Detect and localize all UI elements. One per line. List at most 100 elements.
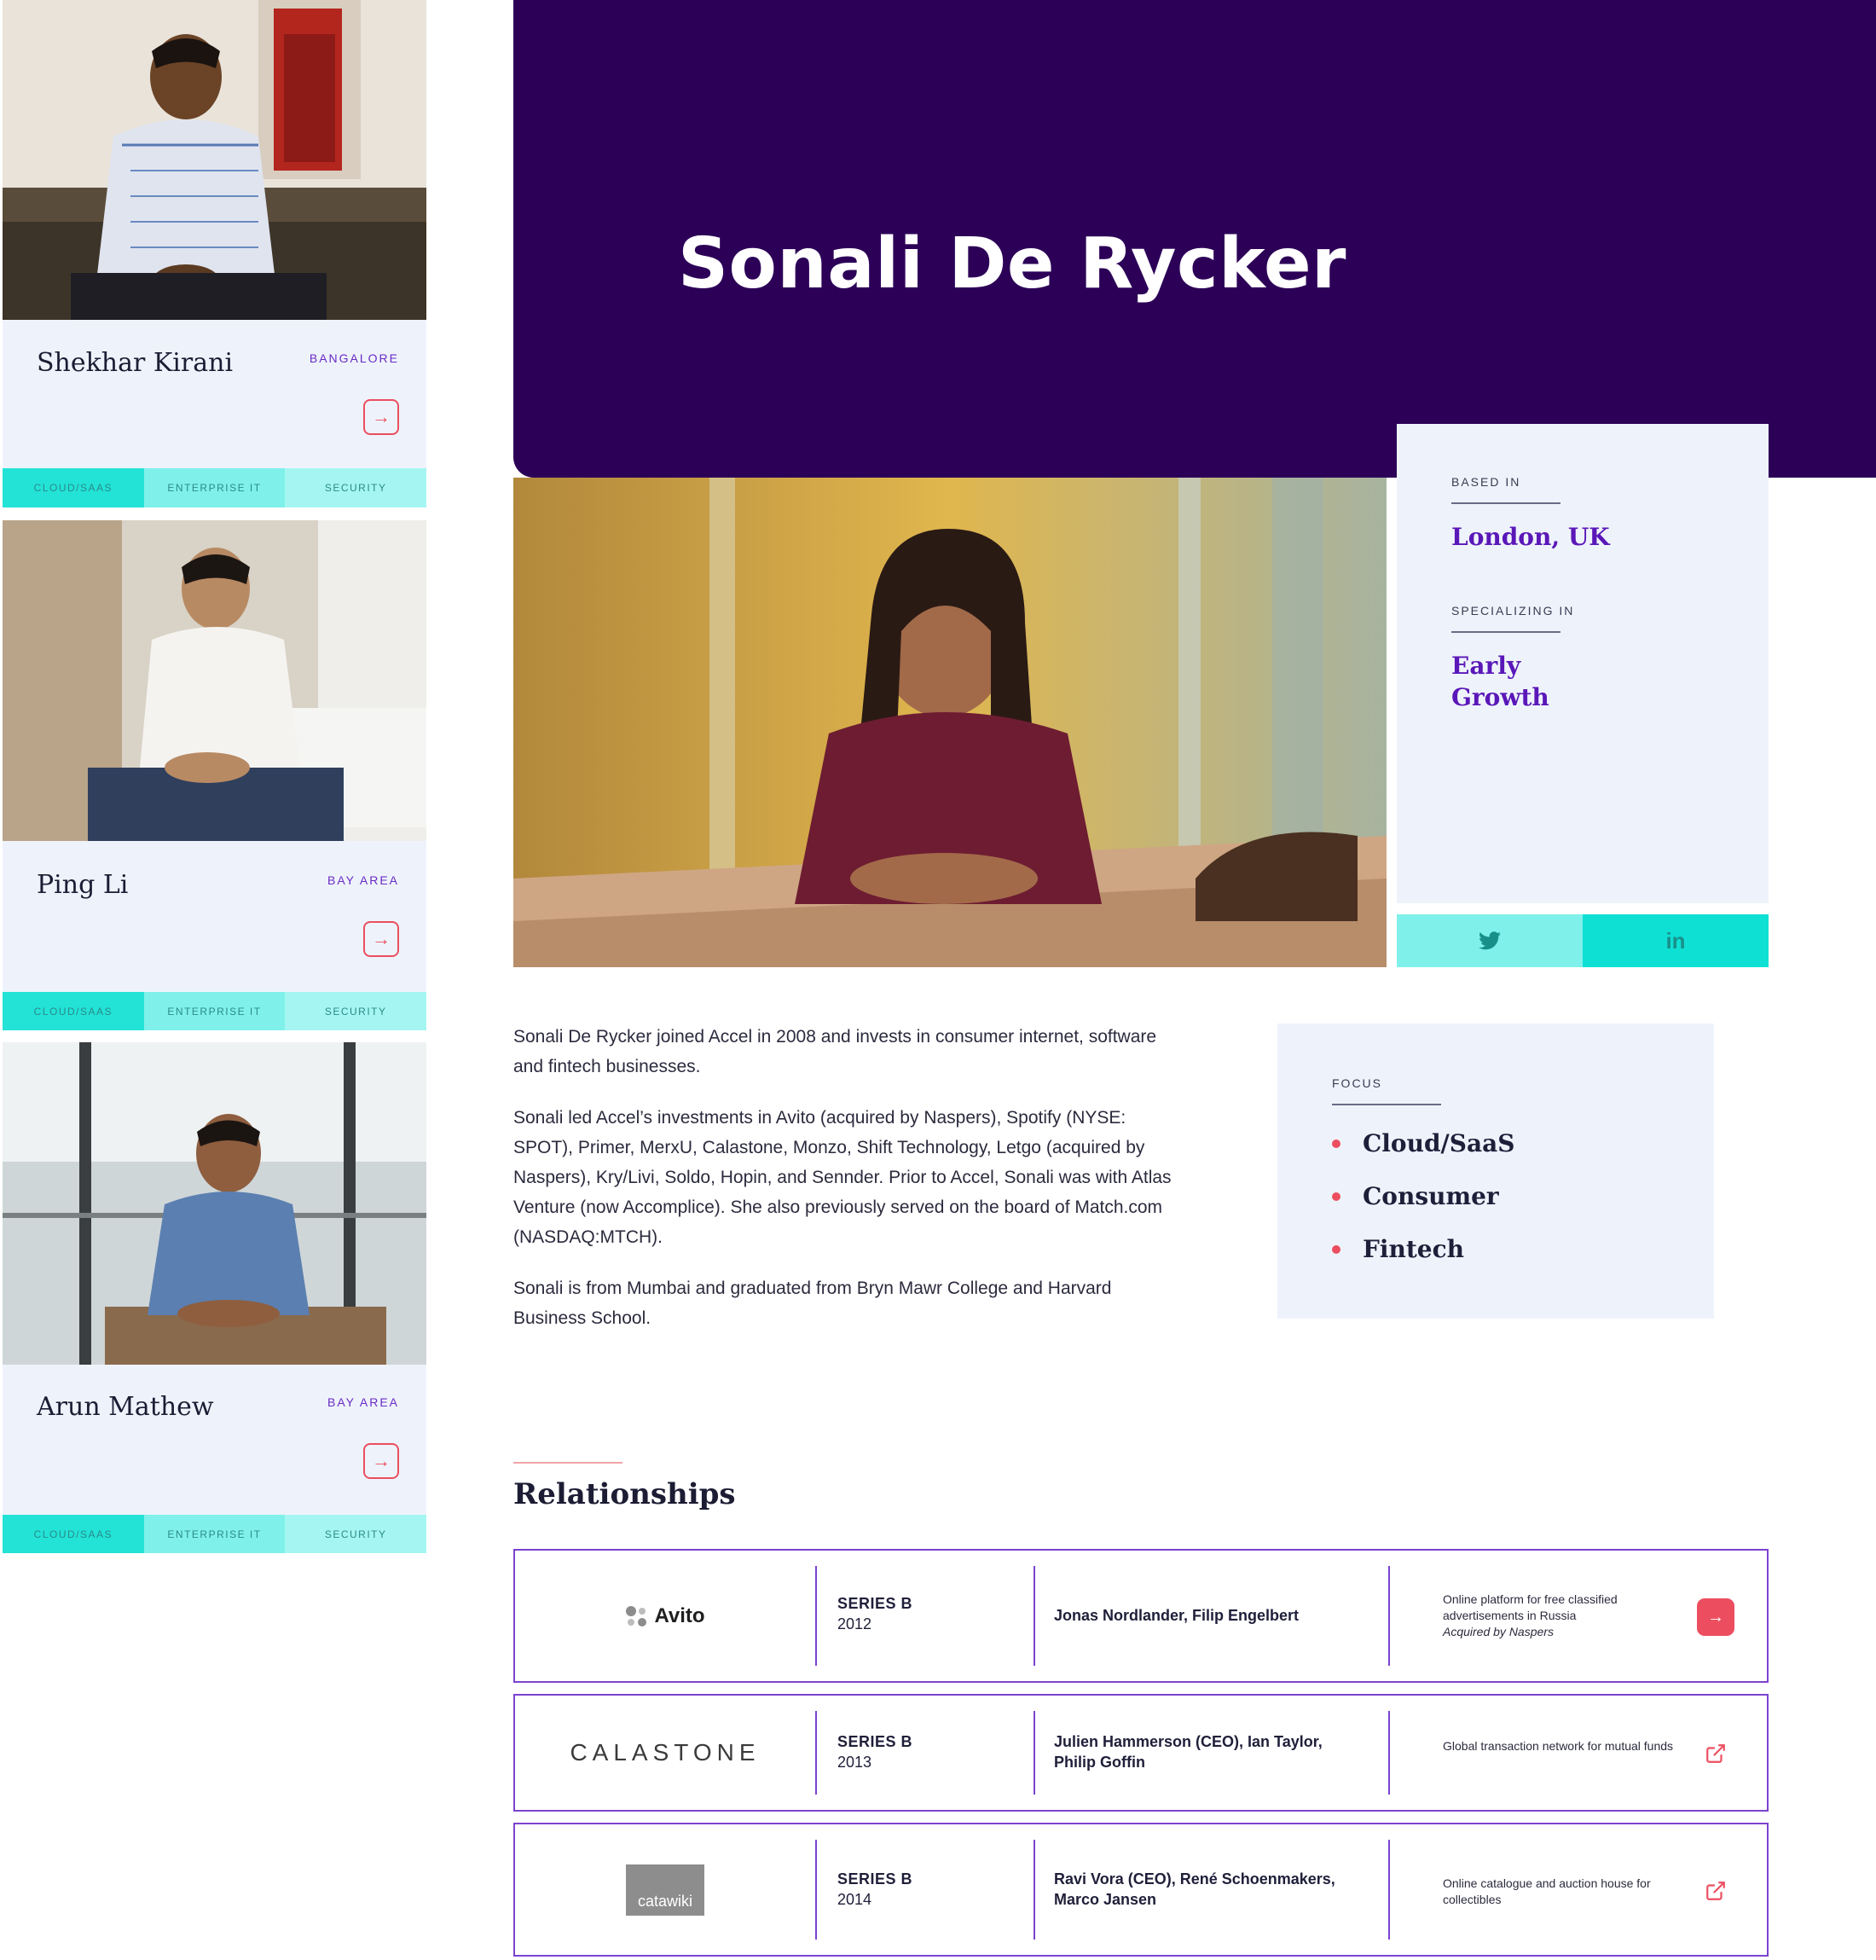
focus-label: FOCUS (1332, 1076, 1382, 1090)
divider (815, 1566, 817, 1666)
divider (1388, 1566, 1390, 1666)
tag-security[interactable]: SECURITY (285, 468, 427, 507)
specializing-value-line2: Growth (1451, 683, 1549, 711)
divider (513, 1462, 622, 1464)
divider (1451, 502, 1560, 504)
team-card-ping[interactable]: Ping Li BAY AREA → CLOUD/SAAS ENTERPRISE… (3, 520, 427, 1030)
tag-bar: CLOUD/SAAS ENTERPRISE IT SECURITY (3, 468, 427, 507)
view-profile-button[interactable]: → (363, 1443, 399, 1479)
profile-hero: Sonali De Rycker (513, 0, 1876, 478)
external-link-icon (1706, 1882, 1725, 1900)
series-info: SERIES B 2014 (837, 1869, 912, 1910)
focus-panel: FOCUS Cloud/SaaS Consumer Fintech (1277, 1023, 1714, 1319)
series-label: SERIES B (837, 1870, 913, 1888)
team-card-shekhar[interactable]: Shekhar Kirani BANGALORE → CLOUD/SAAS EN… (3, 0, 427, 507)
series-year: 2013 (837, 1754, 872, 1771)
company-logo-catawiki: catawiki (515, 1824, 815, 1955)
based-in-label: BASED IN (1451, 475, 1521, 489)
relationship-row-avito[interactable]: Avito SERIES B 2012 Jonas Nordlander, Fil… (513, 1549, 1769, 1683)
team-location: BANGALORE (309, 351, 399, 365)
company-name: catawiki (637, 1892, 693, 1910)
acquisition-note: Acquired by Naspers (1443, 1625, 1554, 1638)
bullet-dot-icon (1332, 1245, 1340, 1254)
bio-paragraph: Sonali is from Mumbai and graduated from… (513, 1279, 1112, 1328)
tag-enterprise-it[interactable]: ENTERPRISE IT (143, 992, 286, 1030)
bullet-dot-icon (1332, 1192, 1340, 1201)
company-name: CALASTONE (570, 1739, 761, 1766)
series-year: 2014 (837, 1891, 872, 1908)
profile-name: Sonali De Rycker (678, 223, 1346, 304)
bio-paragraph: Sonali led Accel’s investments in Avito … (513, 1108, 1172, 1247)
divider (815, 1711, 817, 1795)
divider (1034, 1711, 1035, 1795)
company-description: Online platform for free classified adve… (1443, 1592, 1690, 1640)
relationship-row-calastone[interactable]: CALASTONE SERIES B 2013 Julien Hammerson … (513, 1694, 1769, 1812)
company-name: Avito (654, 1603, 705, 1627)
divider (1388, 1840, 1390, 1940)
bullet-dot-icon (1332, 1139, 1340, 1148)
relationships-title: Relationships (513, 1477, 736, 1511)
tag-cloud-saas[interactable]: CLOUD/SAAS (3, 468, 144, 507)
focus-item: Consumer (1332, 1170, 1659, 1223)
arrow-right-icon: → (1707, 1607, 1724, 1627)
external-link-icon (1706, 1744, 1725, 1763)
series-info: SERIES B 2013 (837, 1731, 912, 1772)
profile-info-panel: BASED IN London, UK SPECIALIZING IN Earl… (1397, 424, 1769, 903)
tag-cloud-saas[interactable]: CLOUD/SAAS (3, 992, 144, 1030)
tag-security[interactable]: SECURITY (285, 992, 427, 1030)
external-link-button[interactable] (1697, 1872, 1734, 1910)
arrow-right-icon: → (372, 406, 391, 427)
team-photo (3, 520, 426, 841)
tag-security[interactable]: SECURITY (285, 1515, 427, 1553)
divider (1388, 1711, 1390, 1795)
arrow-right-icon: → (372, 1450, 391, 1471)
tag-bar: CLOUD/SAAS ENTERPRISE IT SECURITY (3, 1515, 427, 1553)
relationship-row-catawiki[interactable]: catawiki SERIES B 2014 Ravi Vora (CEO), R… (513, 1823, 1769, 1957)
divider (815, 1840, 817, 1940)
tag-cloud-saas[interactable]: CLOUD/SAAS (3, 1515, 144, 1553)
linkedin-button[interactable]: in (1583, 914, 1769, 967)
divider (1332, 1104, 1441, 1105)
linkedin-icon: in (1665, 927, 1686, 954)
company-logo-calastone: CALASTONE (515, 1696, 815, 1810)
based-in-value: London, UK (1451, 523, 1610, 551)
specializing-label: SPECIALIZING IN (1451, 604, 1575, 618)
board-members: Julien Hammerson (CEO), Ian Taylor, Phil… (1054, 1733, 1323, 1771)
view-profile-button[interactable]: → (363, 921, 399, 957)
company-description: Global transaction network for mutual fu… (1443, 1739, 1674, 1753)
arrow-right-icon: → (372, 928, 391, 949)
view-company-button[interactable]: → (1697, 1598, 1734, 1636)
profile-bio: Sonali De Rycker joined Accel in 2008 an… (513, 1022, 1187, 1354)
divider (1034, 1566, 1035, 1666)
team-photo (3, 0, 426, 320)
company-logo-avito: Avito (515, 1551, 815, 1681)
avito-dots-icon (626, 1605, 647, 1627)
team-name: Arun Mathew (37, 1392, 214, 1422)
focus-item: Cloud/SaaS (1332, 1117, 1659, 1170)
series-label: SERIES B (837, 1733, 913, 1750)
team-card-arun[interactable]: Arun Mathew BAY AREA → CLOUD/SAAS ENTERP… (3, 1042, 427, 1553)
divider (1451, 631, 1560, 633)
divider (1034, 1840, 1035, 1940)
bio-paragraph: Sonali De Rycker joined Accel in 2008 an… (513, 1027, 1157, 1076)
series-label: SERIES B (837, 1595, 913, 1612)
board-members: Ravi Vora (CEO), René Schoenmakers, Marc… (1054, 1870, 1335, 1908)
team-photo (3, 1042, 426, 1365)
team-name: Shekhar Kirani (37, 348, 234, 378)
specializing-value-line1: Early (1451, 652, 1521, 680)
tag-bar: CLOUD/SAAS ENTERPRISE IT SECURITY (3, 992, 427, 1030)
series-info: SERIES B 2012 (837, 1593, 912, 1634)
tag-enterprise-it[interactable]: ENTERPRISE IT (143, 1515, 286, 1553)
tag-enterprise-it[interactable]: ENTERPRISE IT (143, 468, 286, 507)
board-members: Jonas Nordlander, Filip Engelbert (1054, 1607, 1300, 1624)
team-name: Ping Li (37, 870, 129, 900)
view-profile-button[interactable]: → (363, 399, 399, 435)
external-link-button[interactable] (1697, 1735, 1734, 1772)
team-location: BAY AREA (327, 873, 399, 887)
profile-photo (513, 478, 1387, 967)
twitter-button[interactable] (1397, 914, 1583, 967)
twitter-icon (1479, 931, 1501, 950)
focus-item: Fintech (1332, 1223, 1659, 1276)
team-location: BAY AREA (327, 1395, 399, 1409)
focus-list: Cloud/SaaS Consumer Fintech (1332, 1117, 1659, 1276)
